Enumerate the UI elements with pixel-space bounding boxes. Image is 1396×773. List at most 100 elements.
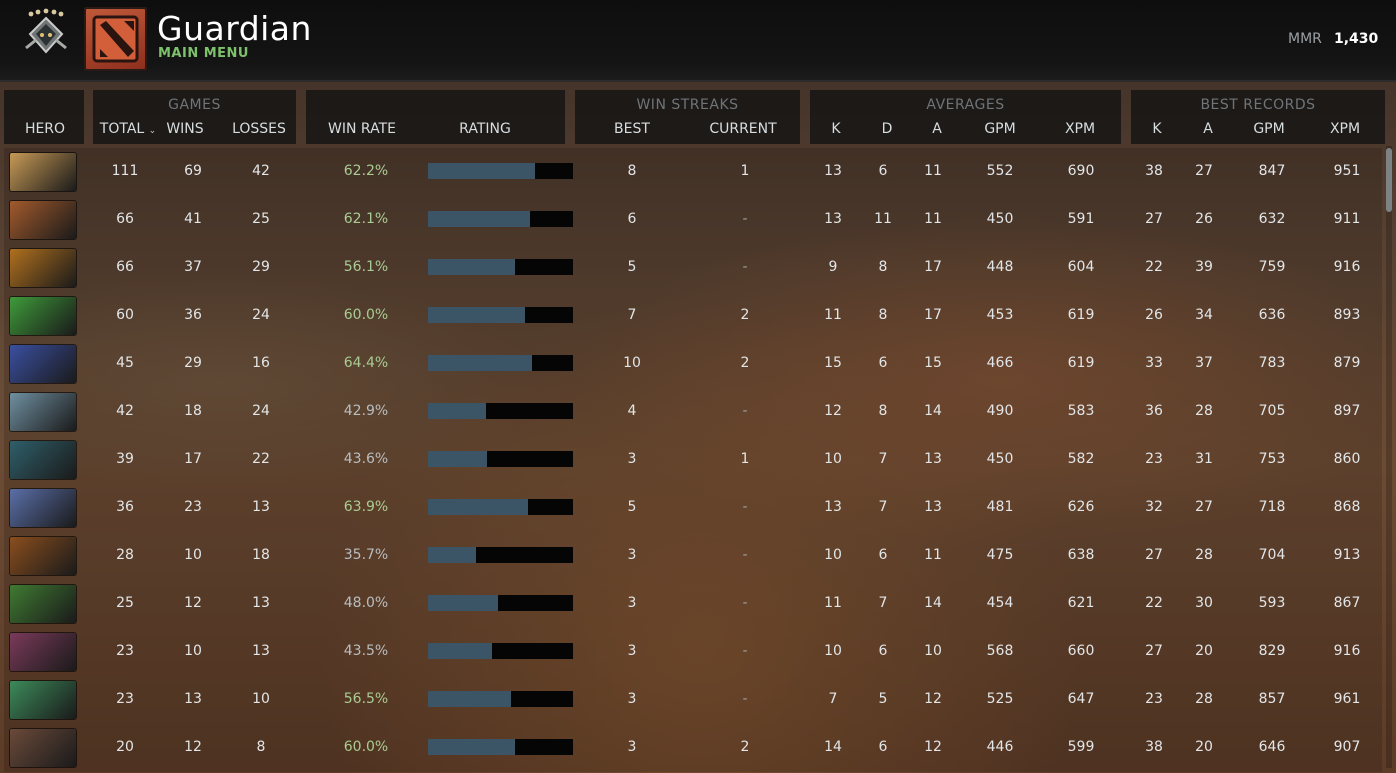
losses-cell: 16 (252, 355, 270, 371)
avg-kills-cell: 14 (824, 739, 842, 755)
current-streak-cell: - (742, 547, 748, 563)
wins-cell: 29 (184, 355, 202, 371)
current-streak-cell: 1 (740, 451, 750, 467)
best-streak-cell: 3 (627, 739, 637, 755)
avg-kills-cell: 10 (824, 451, 842, 467)
col-current-streak[interactable]: CURRENT (709, 121, 776, 137)
best-gpm-cell: 759 (1258, 259, 1286, 275)
hero-portrait[interactable] (10, 249, 76, 287)
hero-portrait[interactable] (10, 345, 76, 383)
table-row[interactable]: 23 13 10 56.5% 3 - 7 5 12 525 647 23 28 857 961 (4, 676, 1382, 724)
best-kills-cell: 26 (1145, 307, 1163, 323)
hero-portrait[interactable] (10, 681, 76, 719)
col-rating[interactable]: RATING (459, 121, 511, 137)
rating-bar (428, 451, 573, 467)
col-avg-assists[interactable]: A (932, 121, 942, 137)
col-hero[interactable]: HERO (25, 121, 65, 137)
avg-gpm-cell: 568 (986, 643, 1014, 659)
current-streak-cell: 2 (740, 739, 750, 755)
row-background (4, 676, 1382, 724)
col-avg-kills[interactable]: K (831, 121, 840, 137)
table-row[interactable]: 20 12 8 60.0% 3 2 14 6 12 446 599 38 20 646 907 (4, 724, 1382, 772)
hero-portrait[interactable] (10, 489, 76, 527)
table-row[interactable]: 45 29 16 64.4% 10 2 15 6 15 466 619 33 37 783 879 (4, 340, 1382, 388)
hero-portrait[interactable] (10, 153, 76, 191)
col-avg-xpm[interactable]: XPM (1065, 121, 1095, 137)
win-rate-cell: 56.1% (343, 259, 389, 275)
col-avg-gpm[interactable]: GPM (984, 121, 1015, 137)
col-best-xpm[interactable]: XPM (1330, 121, 1360, 137)
best-xpm-cell: 916 (1333, 259, 1361, 275)
losses-cell: 8 (256, 739, 266, 755)
rating-bar (428, 643, 573, 659)
table-row[interactable]: 39 17 22 43.6% 3 1 10 7 13 450 582 23 31 753 860 (4, 436, 1382, 484)
table-row[interactable]: 60 36 24 60.0% 7 2 11 8 17 453 619 26 34 636 893 (4, 292, 1382, 340)
total-cell: 66 (116, 211, 134, 227)
avg-assists-cell: 17 (924, 259, 942, 275)
win-rate-cell: 64.4% (343, 355, 389, 371)
main-menu-link[interactable]: MAIN MENU (158, 46, 249, 61)
scrollbar[interactable] (1386, 146, 1392, 768)
col-best-streak[interactable]: BEST (614, 121, 650, 137)
best-assists-cell: 20 (1195, 739, 1213, 755)
col-losses[interactable]: LOSSES (232, 121, 286, 137)
col-wins[interactable]: WINS (166, 121, 203, 137)
rating-bar (428, 547, 573, 563)
hero-portrait[interactable] (10, 633, 76, 671)
best-xpm-cell: 897 (1333, 403, 1361, 419)
avg-gpm-cell: 552 (986, 163, 1014, 179)
table-row[interactable]: 42 18 24 42.9% 4 - 12 8 14 490 583 36 28 705 897 (4, 388, 1382, 436)
avg-assists-cell: 10 (924, 643, 942, 659)
rating-bar (428, 403, 573, 419)
rating-bar (428, 259, 573, 275)
rating-bar-fill (428, 499, 529, 515)
avg-deaths-cell: 5 (878, 691, 888, 707)
table-row[interactable]: 36 23 13 63.9% 5 - 13 7 13 481 626 32 27 718 868 (4, 484, 1382, 532)
avg-gpm-cell: 490 (986, 403, 1014, 419)
avg-gpm-cell: 446 (986, 739, 1014, 755)
hero-portrait[interactable] (10, 585, 76, 623)
dota-logo-icon[interactable] (84, 7, 147, 71)
table-row[interactable]: 66 41 25 62.1% 6 - 13 11 11 450 591 27 26 632 911 (4, 196, 1382, 244)
row-background (4, 196, 1382, 244)
avg-kills-cell: 12 (824, 403, 842, 419)
avg-deaths-cell: 6 (878, 355, 888, 371)
avg-xpm-cell: 599 (1067, 739, 1095, 755)
col-win-rate[interactable]: WIN RATE (328, 121, 396, 137)
avg-kills-cell: 9 (828, 259, 838, 275)
hero-portrait[interactable] (10, 201, 76, 239)
rating-bar-fill (428, 403, 486, 419)
table-row[interactable]: 66 37 29 56.1% 5 - 9 8 17 448 604 22 39 759 916 (4, 244, 1382, 292)
rank-medal-icon[interactable] (22, 8, 70, 58)
col-total[interactable]: TOTAL ⌄ (100, 121, 156, 137)
rating-bar (428, 211, 573, 227)
rating-bar (428, 739, 573, 755)
best-streak-cell: 6 (627, 211, 637, 227)
mmr-label: MMR (1288, 31, 1322, 47)
best-kills-cell: 33 (1145, 355, 1163, 371)
rating-bar (428, 595, 573, 611)
col-best-assists[interactable]: A (1203, 121, 1213, 137)
col-best-gpm[interactable]: GPM (1253, 121, 1284, 137)
table-row[interactable]: 28 10 18 35.7% 3 - 10 6 11 475 638 27 28 704 913 (4, 532, 1382, 580)
hero-portrait[interactable] (10, 297, 76, 335)
hero-portrait[interactable] (10, 393, 76, 431)
avg-assists-cell: 11 (924, 163, 942, 179)
table-row[interactable]: 25 12 13 48.0% 3 - 11 7 14 454 621 22 30 593 867 (4, 580, 1382, 628)
best-streak-cell: 8 (627, 163, 637, 179)
table-row[interactable]: 23 10 13 43.5% 3 - 10 6 10 568 660 27 20 829 916 (4, 628, 1382, 676)
hero-portrait[interactable] (10, 441, 76, 479)
table-row[interactable]: 111 69 42 62.2% 8 1 13 6 11 552 690 38 27 847 951 (4, 148, 1382, 196)
hero-portrait[interactable] (10, 537, 76, 575)
avg-assists-cell: 12 (924, 739, 942, 755)
scroll-thumb[interactable] (1386, 148, 1392, 212)
col-best-kills[interactable]: K (1152, 121, 1161, 137)
avg-gpm-cell: 454 (986, 595, 1014, 611)
win-rate-cell: 56.5% (343, 691, 389, 707)
avg-gpm-cell: 448 (986, 259, 1014, 275)
best-assists-cell: 39 (1195, 259, 1213, 275)
best-kills-cell: 32 (1145, 499, 1163, 515)
best-gpm-cell: 705 (1258, 403, 1286, 419)
hero-portrait[interactable] (10, 729, 76, 767)
col-avg-deaths[interactable]: D (882, 121, 893, 137)
